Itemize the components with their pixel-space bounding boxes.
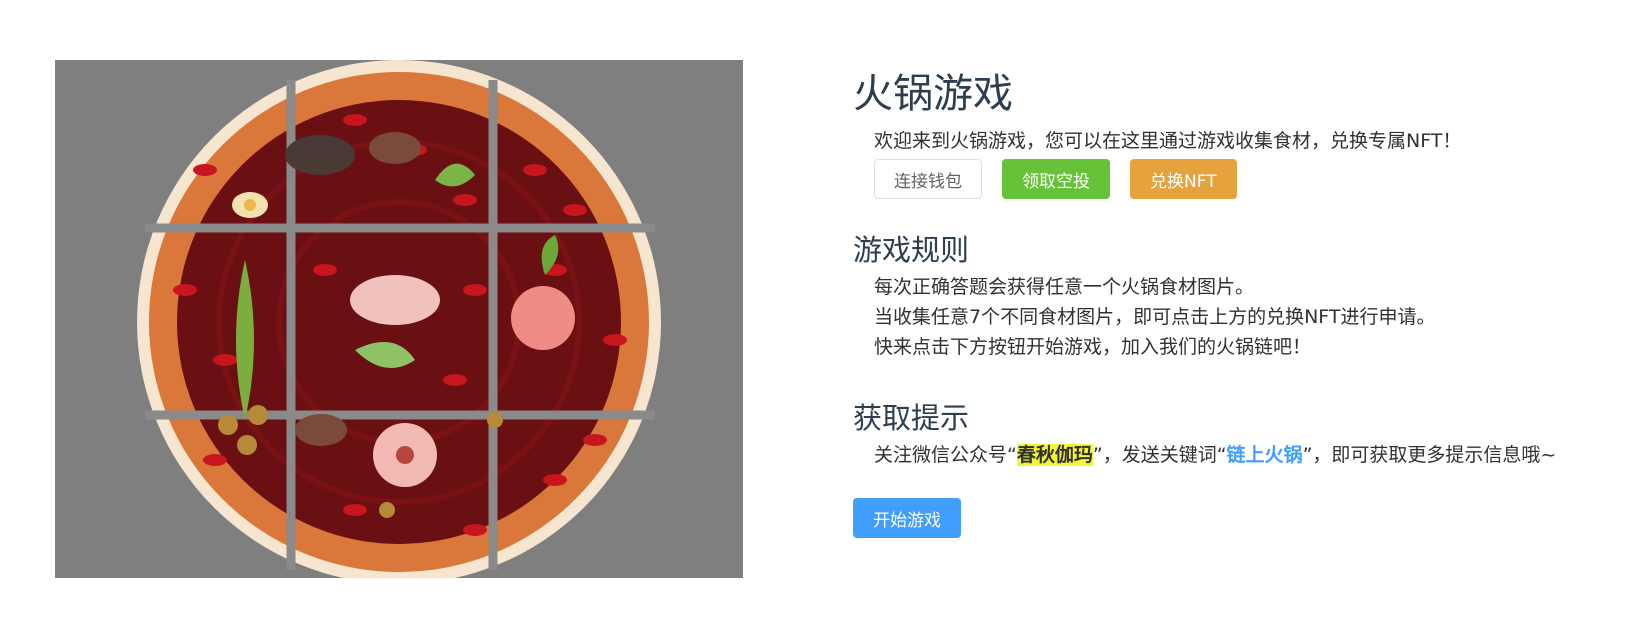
hotpot-image	[55, 60, 743, 578]
welcome-text: 欢迎来到火锅游戏，您可以在这里通过游戏收集食材，兑换专属NFT！	[874, 130, 1462, 152]
tips-text: 关注微信公众号“春秋伽玛”，发送关键词“链上火锅”，即可获取更多提示信息哦~	[874, 440, 1613, 470]
exchange-nft-button[interactable]: 兑换NFT	[1130, 159, 1237, 199]
tips-prefix: 关注微信公众号“	[874, 444, 1017, 466]
rule-line: 快来点击下方按钮开始游戏，加入我们的火锅链吧！	[874, 336, 1312, 358]
rules-heading: 游戏规则	[853, 233, 970, 267]
connect-wallet-button[interactable]: 连接钱包	[874, 159, 982, 199]
wechat-account-name: 春秋伽玛	[1016, 444, 1093, 466]
tips-suffix: ”，即可获取更多提示信息哦~	[1302, 444, 1557, 466]
main-content: 火锅游戏 欢迎来到火锅游戏，您可以在这里通过游戏收集食材，兑换专属NFT！ 连接…	[853, 62, 1613, 538]
page-title: 火锅游戏	[853, 71, 1013, 117]
tips-middle: ”，发送关键词“	[1092, 444, 1227, 466]
rule-line: 当收集任意7个不同食材图片，即可点击上方的兑换NFT进行申请。	[874, 306, 1436, 328]
rule-line: 每次正确答题会获得任意一个火锅食材图片。	[874, 276, 1255, 298]
start-game-button[interactable]: 开始游戏	[853, 498, 961, 538]
action-buttons: 连接钱包 领取空投 兑换NFT	[874, 159, 1613, 199]
keyword-text: 链上火锅	[1226, 444, 1303, 466]
hotpot-illustration	[55, 60, 743, 578]
tips-heading: 获取提示	[853, 401, 970, 435]
claim-airdrop-button[interactable]: 领取空投	[1002, 159, 1110, 199]
